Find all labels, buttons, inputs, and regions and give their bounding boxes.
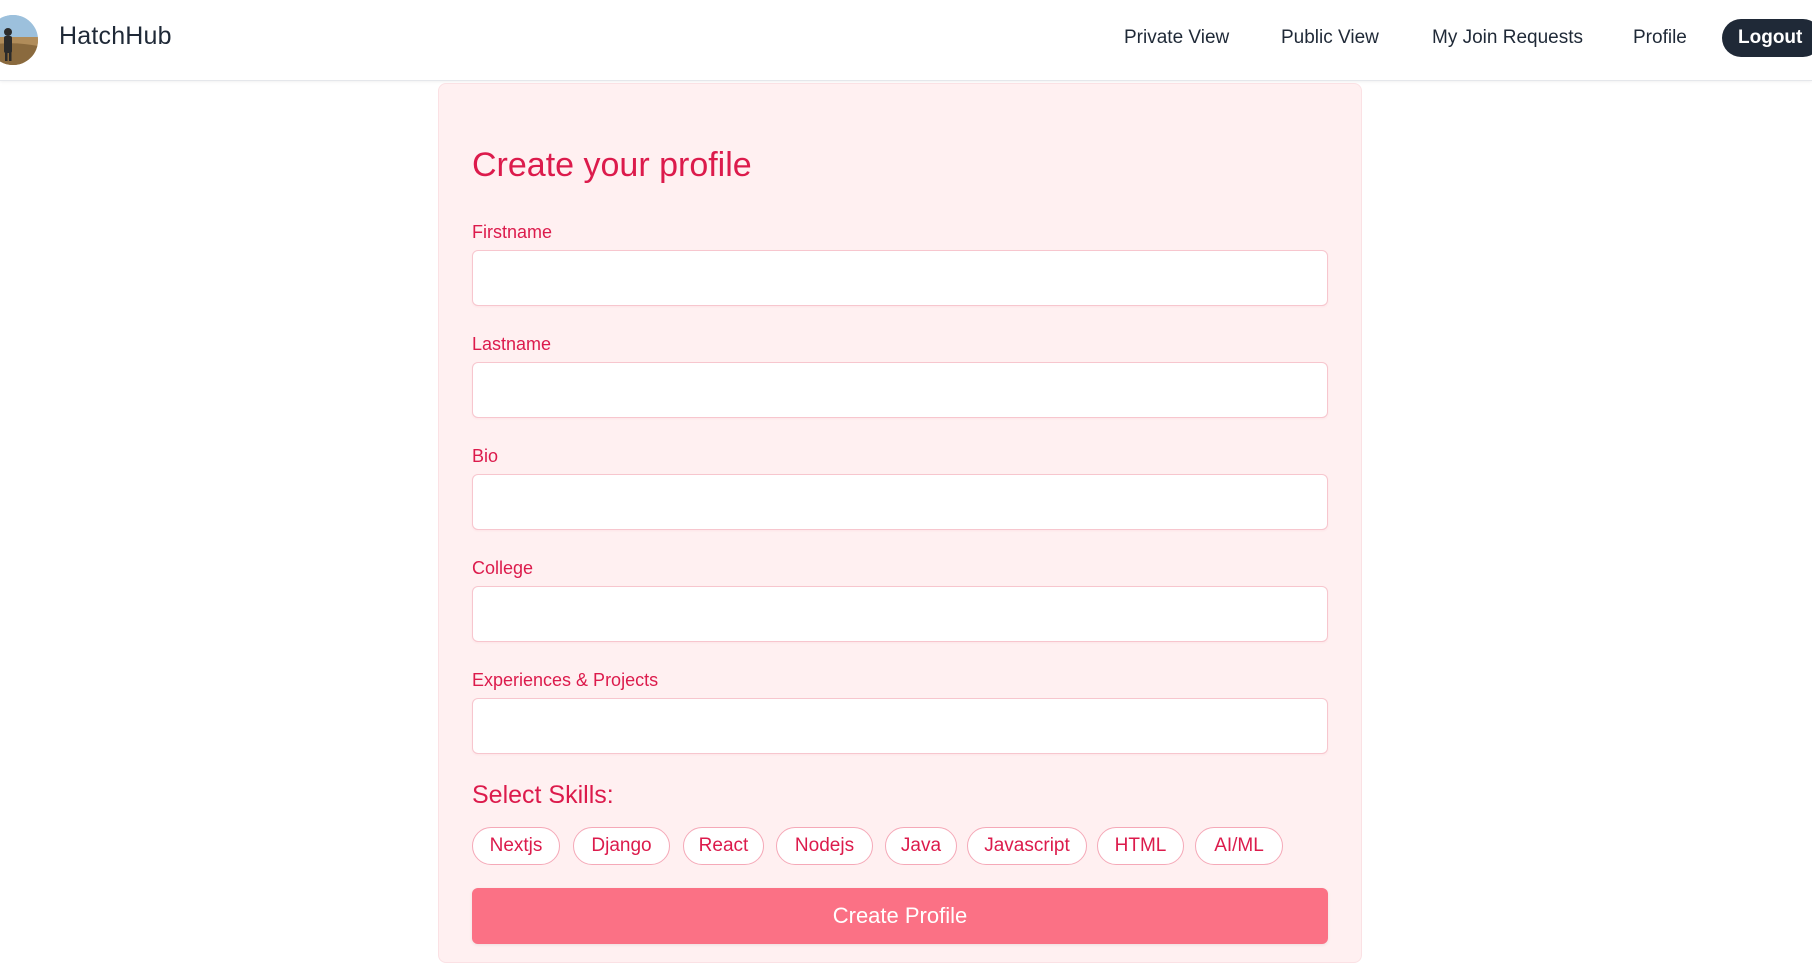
- person-photo-icon: [0, 15, 38, 65]
- lastname-input[interactable]: [472, 362, 1328, 418]
- bio-label: Bio: [472, 446, 499, 466]
- firstname-input[interactable]: [472, 250, 1328, 306]
- nav-public-view[interactable]: Public View: [1281, 27, 1379, 49]
- skills-heading: Select Skills:: [472, 781, 614, 809]
- user-avatar[interactable]: [0, 15, 38, 65]
- create-profile-card: Create your profile Firstname Lastname B…: [438, 83, 1362, 963]
- bio-input[interactable]: [472, 474, 1328, 530]
- experiences-input[interactable]: [472, 698, 1328, 754]
- skill-chip-react[interactable]: React: [683, 827, 764, 865]
- college-input[interactable]: [472, 586, 1328, 642]
- skill-chip-javascript[interactable]: Javascript: [967, 827, 1087, 865]
- skill-chip-java[interactable]: Java: [885, 827, 957, 865]
- brand-name[interactable]: HatchHub: [59, 22, 172, 51]
- nav-my-join-requests[interactable]: My Join Requests: [1432, 27, 1583, 49]
- skill-chip-nodejs[interactable]: Nodejs: [776, 827, 873, 865]
- skill-chip-ai-ml[interactable]: AI/ML: [1195, 827, 1283, 865]
- page-title: Create your profile: [472, 146, 752, 184]
- nav-profile[interactable]: Profile: [1633, 27, 1687, 49]
- top-navbar: HatchHub Private View Public View My Joi…: [0, 0, 1812, 81]
- experiences-label: Experiences & Projects: [472, 670, 659, 690]
- lastname-label: Lastname: [472, 334, 552, 354]
- skill-chip-nextjs[interactable]: Nextjs: [472, 827, 560, 865]
- firstname-label: Firstname: [472, 222, 553, 242]
- create-profile-button[interactable]: Create Profile: [472, 888, 1328, 944]
- nav-private-view[interactable]: Private View: [1124, 27, 1229, 49]
- college-label: College: [472, 558, 534, 578]
- logout-button[interactable]: Logout: [1722, 19, 1812, 57]
- skill-chip-html[interactable]: HTML: [1097, 827, 1184, 865]
- skill-chip-django[interactable]: Django: [573, 827, 670, 865]
